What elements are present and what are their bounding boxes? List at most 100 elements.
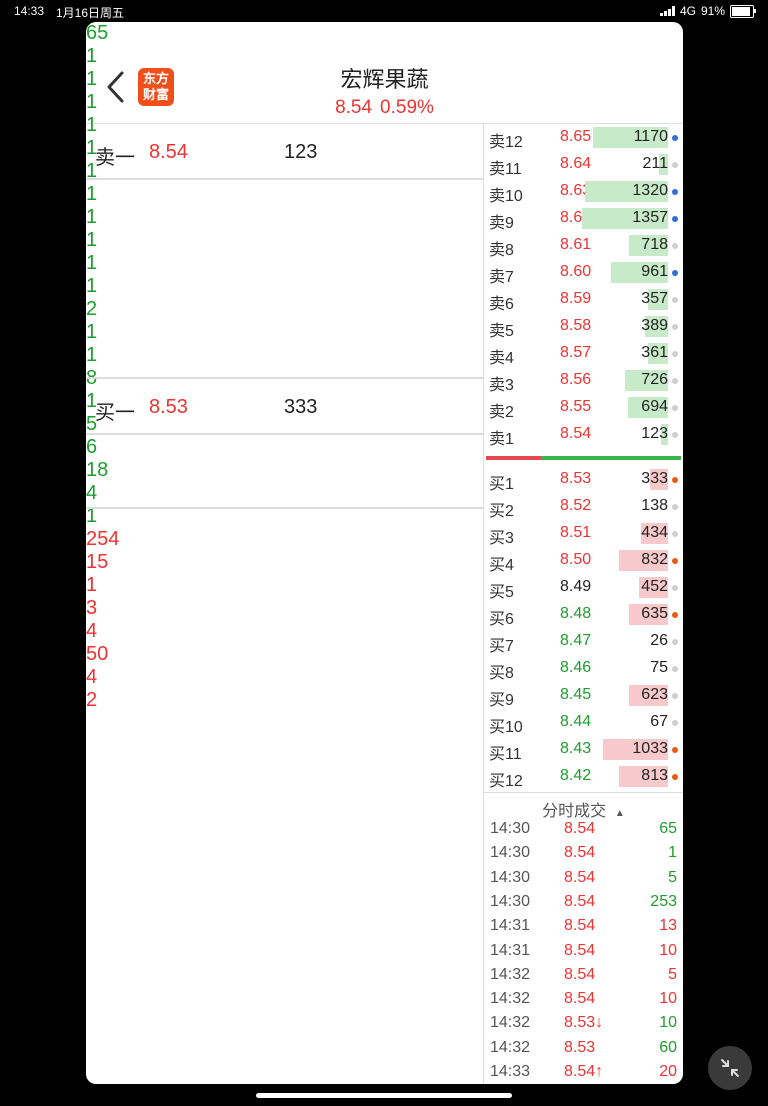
sell-price: 8.56	[560, 371, 592, 388]
home-indicator[interactable]	[256, 1093, 512, 1098]
buy-row[interactable]: 买12 8.42 813	[484, 764, 683, 791]
buy-row[interactable]: 买5 8.49 452	[484, 575, 683, 602]
sell-volume: 361	[641, 344, 668, 361]
sell-row[interactable]: 卖10 8.63 1320	[484, 179, 683, 206]
sell-queue-cell: 4	[86, 482, 98, 504]
buy-price: 8.45	[560, 686, 592, 703]
buy-row[interactable]: 买8 8.46 75	[484, 656, 683, 683]
sell-row[interactable]: 卖2 8.55 694	[484, 395, 683, 422]
status-dot-icon	[672, 612, 678, 618]
buy-queue-cell: 4	[86, 666, 98, 688]
divider	[86, 507, 483, 509]
sell-row[interactable]: 卖9 8.62 1357	[484, 206, 683, 233]
buy-row[interactable]: 买2 8.52 138	[484, 494, 683, 521]
sell-volume: 389	[641, 317, 668, 334]
buy-row[interactable]: 买4 8.50 832	[484, 548, 683, 575]
buy-volume: 832	[641, 551, 668, 568]
sell-label: 卖4	[489, 350, 514, 367]
network-type: 4G	[679, 4, 696, 18]
sell-one-row-qty: 123	[284, 141, 318, 163]
buy-row[interactable]: 买9 8.45 623	[484, 683, 683, 710]
trade-price: 8.53↓	[564, 1014, 604, 1032]
buy-row[interactable]: 买7 8.47 26	[484, 629, 683, 656]
sell-row[interactable]: 卖8 8.61 718	[484, 233, 683, 260]
buy-queue-cell: 4	[86, 620, 98, 642]
sell-row[interactable]: 卖6 8.59 357	[484, 287, 683, 314]
sell-label: 卖1	[489, 431, 514, 448]
sell-row[interactable]: 卖3 8.56 726	[484, 368, 683, 395]
buy-row[interactable]: 买11 8.43 1033	[484, 737, 683, 764]
trade-price: 8.54	[564, 941, 596, 959]
sell-queue-cell: 1	[86, 321, 98, 343]
buy-queue-cell: 50	[86, 643, 109, 665]
status-dot-icon	[672, 162, 678, 168]
buy-queue-cell: 15	[86, 551, 109, 573]
sell-queue-cell: 1	[86, 206, 98, 228]
status-dot-icon	[672, 774, 678, 780]
trade-row: 14:31 8.54 10	[484, 940, 683, 964]
buy-one-row-qty: 333	[284, 396, 318, 418]
sell-queue-cell: 2	[86, 298, 98, 320]
sell-label: 卖8	[489, 242, 514, 259]
sell-label: 卖3	[489, 377, 514, 394]
status-dot-icon	[672, 270, 678, 276]
status-dot-icon	[672, 378, 678, 384]
sell-volume: 123	[641, 425, 668, 442]
trade-price: 8.54	[564, 868, 596, 886]
trade-time: 14:32	[490, 1038, 531, 1056]
sell-queue-cell: 1	[86, 183, 98, 205]
trade-row: 14:32 8.53 60	[484, 1037, 683, 1061]
buy-one-row-label: 买一	[95, 402, 135, 424]
buy-volume: 623	[641, 686, 668, 703]
sell-label: 卖6	[489, 296, 514, 313]
trade-price: 8.54	[564, 892, 596, 910]
sell-price: 8.65	[560, 128, 592, 145]
sell-queue-cell: 65	[86, 22, 109, 44]
buy-one-row-price: 8.53	[149, 396, 188, 418]
sell-row[interactable]: 卖7 8.60 961	[484, 260, 683, 287]
status-dot-icon	[672, 477, 678, 483]
trade-price: 8.54	[564, 820, 596, 837]
sell-volume: 694	[641, 398, 668, 415]
trade-volume: 5	[668, 868, 677, 886]
trade-time: 14:31	[490, 941, 531, 959]
status-dot-icon	[672, 189, 678, 195]
trade-time: 14:33	[490, 1063, 531, 1080]
status-dot-icon	[672, 531, 678, 537]
trade-volume: 65	[659, 820, 677, 837]
sell-label: 卖2	[489, 404, 514, 421]
buy-volume: 333	[641, 470, 668, 487]
buy-price: 8.43	[560, 740, 592, 757]
sell-volume: 1170	[633, 128, 668, 145]
collapse-icon[interactable]	[708, 1046, 752, 1090]
sell-row[interactable]: 卖1 8.54 123	[484, 422, 683, 449]
sell-row[interactable]: 卖12 8.65 1170	[484, 125, 683, 152]
trade-price: 8.54	[564, 990, 596, 1008]
trade-row: 14:30 8.54 5	[484, 867, 683, 891]
status-dot-icon	[672, 405, 678, 411]
buy-row[interactable]: 买1 8.53 333	[484, 467, 683, 494]
status-date: 1月16日周五	[56, 6, 125, 20]
buy-price: 8.48	[560, 605, 592, 622]
buy-row[interactable]: 买3 8.51 434	[484, 521, 683, 548]
sell-row[interactable]: 卖5 8.58 389	[484, 314, 683, 341]
trade-time: 14:32	[490, 965, 531, 983]
trade-row: 14:32 8.54 10	[484, 988, 683, 1012]
buy-label: 买4	[489, 557, 514, 574]
sell-row[interactable]: 卖11 8.64 211	[484, 152, 683, 179]
trade-time: 14:32	[490, 990, 531, 1008]
trade-volume: 60	[659, 1038, 677, 1056]
sell-row[interactable]: 卖4 8.57 361	[484, 341, 683, 368]
buy-price: 8.46	[560, 659, 592, 676]
status-dot-icon	[672, 639, 678, 645]
buy-row[interactable]: 买6 8.48 635	[484, 602, 683, 629]
buy-row[interactable]: 买10 8.44 67	[484, 710, 683, 737]
buy-volume: 75	[650, 659, 668, 676]
sell-volume: 961	[641, 263, 668, 280]
status-dot-icon	[672, 720, 678, 726]
trade-volume: 253	[650, 892, 677, 910]
buy-price: 8.53	[560, 470, 592, 487]
sell-volume: 718	[641, 236, 668, 253]
status-dot-icon	[672, 297, 678, 303]
sell-queue-cell: 1	[86, 91, 98, 113]
